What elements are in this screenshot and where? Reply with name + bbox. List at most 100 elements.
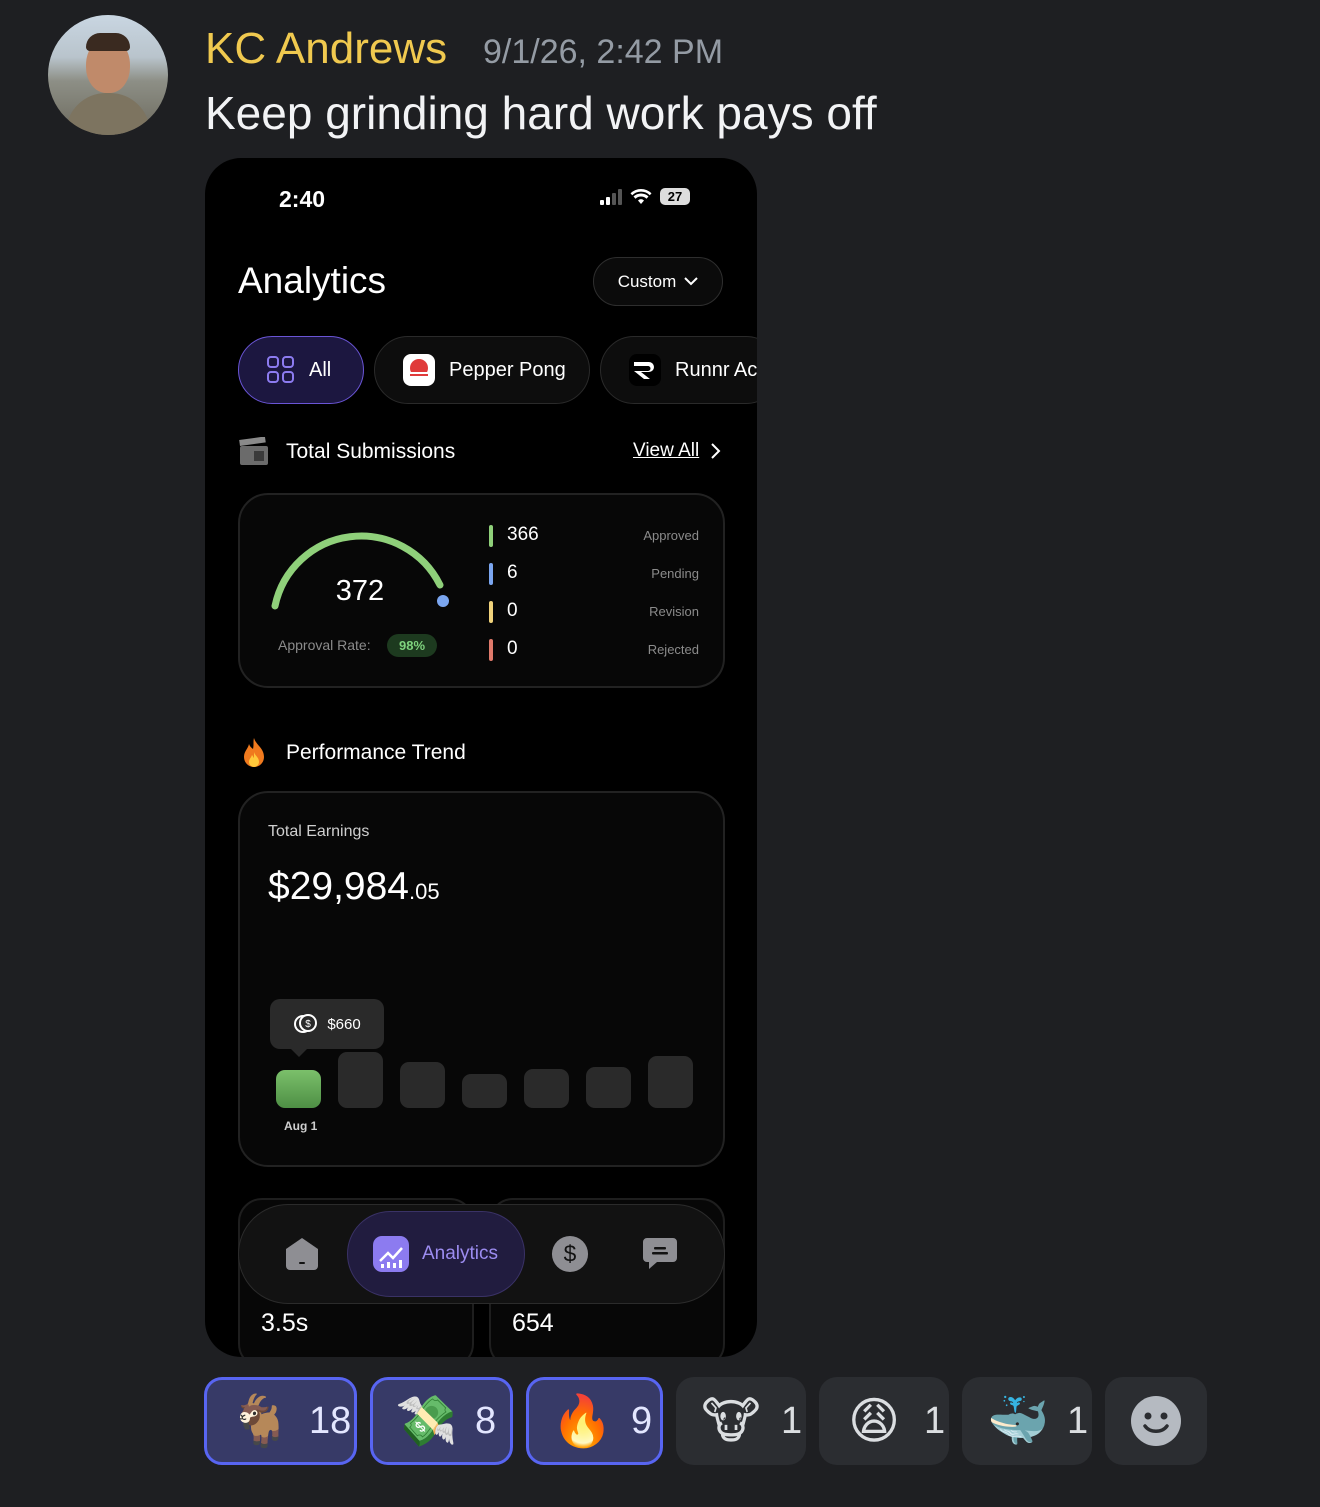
earnings-bar[interactable] bbox=[586, 1067, 631, 1108]
add-reaction-icon bbox=[1131, 1396, 1181, 1446]
approval-gauge bbox=[271, 532, 449, 610]
reaction-count: 9 bbox=[631, 1399, 653, 1442]
chip-label: Runnr Ac bbox=[675, 358, 757, 381]
grid-icon bbox=[267, 356, 294, 383]
chat-icon[interactable] bbox=[641, 1235, 679, 1273]
battery-icon: 27 bbox=[660, 188, 690, 205]
revision-indicator bbox=[489, 601, 493, 623]
home-icon[interactable] bbox=[283, 1235, 321, 1273]
attached-image[interactable]: 2:40 27 Analytics Custom All Pepper Pong… bbox=[205, 158, 757, 1357]
rejected-label: Rejected bbox=[647, 642, 699, 657]
approval-rate-label: Approval Rate: bbox=[278, 637, 371, 653]
svg-text:$: $ bbox=[306, 1019, 312, 1030]
message-text: Keep grinding hard work pays off bbox=[205, 87, 877, 139]
stat-value: 3.5s bbox=[261, 1309, 309, 1337]
svg-text:$: $ bbox=[564, 1241, 577, 1267]
coins-icon: $ bbox=[294, 1014, 318, 1033]
earnings-amount: $29,984.05 bbox=[268, 865, 440, 909]
chevron-down-icon bbox=[684, 277, 698, 286]
status-row-rejected: 0 Rejected bbox=[489, 638, 699, 664]
author-name[interactable]: KC Andrews bbox=[205, 24, 447, 74]
runnr-logo bbox=[629, 354, 661, 386]
performance-heading: Performance Trend bbox=[238, 736, 466, 770]
reaction-money[interactable]: 💸 8 bbox=[370, 1377, 513, 1465]
reaction-goat[interactable]: 🐐 18 bbox=[204, 1377, 357, 1465]
chip-label: All bbox=[309, 358, 332, 381]
pending-indicator bbox=[489, 563, 493, 585]
submissions-heading: Total Submissions bbox=[238, 437, 455, 467]
bar-date-label: Aug 1 bbox=[284, 1119, 318, 1133]
submissions-title: Total Submissions bbox=[286, 440, 456, 463]
status-icons: 27 bbox=[600, 188, 690, 205]
reaction-fire[interactable]: 🔥 9 bbox=[526, 1377, 663, 1465]
rejected-indicator bbox=[489, 639, 493, 661]
earnings-cents: .05 bbox=[408, 879, 440, 904]
stat-value: 654 bbox=[512, 1309, 554, 1337]
earnings-whole: $29,984 bbox=[268, 865, 409, 908]
earnings-tooltip: $ $660 bbox=[270, 999, 384, 1057]
page-title: Analytics bbox=[238, 260, 387, 301]
approved-indicator bbox=[489, 525, 493, 547]
reaction-count: 1 bbox=[781, 1399, 803, 1442]
add-reaction-button[interactable] bbox=[1105, 1377, 1207, 1465]
reaction-count: 1 bbox=[924, 1399, 946, 1442]
tooltip-value: $660 bbox=[327, 1015, 361, 1033]
avatar[interactable] bbox=[48, 15, 168, 135]
status-row-approved: 366 Approved bbox=[489, 524, 699, 550]
reaction-count: 8 bbox=[475, 1399, 497, 1442]
earnings-bar[interactable] bbox=[400, 1062, 445, 1108]
earnings-label: Total Earnings bbox=[268, 823, 370, 840]
tab-label: Analytics bbox=[422, 1243, 499, 1264]
chart-icon bbox=[373, 1236, 409, 1272]
pending-label: Pending bbox=[651, 566, 699, 581]
pepper-pong-logo bbox=[403, 354, 435, 386]
submissions-total: 372 bbox=[335, 575, 385, 607]
revision-count: 0 bbox=[507, 600, 518, 621]
status-row-revision: 0 Revision bbox=[489, 600, 699, 626]
tab-analytics[interactable]: Analytics bbox=[347, 1211, 525, 1297]
view-all-link[interactable]: View All bbox=[633, 440, 721, 462]
cow-emoji: 🐮 bbox=[701, 1393, 761, 1449]
weary-face-emoji: 😩 bbox=[847, 1393, 901, 1449]
earnings-bar[interactable] bbox=[648, 1056, 693, 1108]
reaction-weary[interactable]: 😩 1 bbox=[819, 1377, 949, 1465]
signal-icon bbox=[600, 188, 622, 205]
submissions-card: 372 Approval Rate: 98% 366 Approved 6 Pe… bbox=[238, 493, 725, 688]
approved-count: 366 bbox=[507, 524, 539, 545]
reaction-count: 18 bbox=[309, 1399, 352, 1442]
date-range-button[interactable]: Custom bbox=[593, 257, 723, 306]
wifi-icon bbox=[630, 188, 652, 204]
status-time: 2:40 bbox=[279, 186, 326, 212]
pending-count: 6 bbox=[507, 562, 518, 583]
earnings-bar[interactable] bbox=[338, 1052, 383, 1108]
fire-emoji: 🔥 bbox=[551, 1393, 614, 1449]
rejected-count: 0 bbox=[507, 638, 518, 659]
reaction-count: 1 bbox=[1067, 1399, 1089, 1442]
chip-all[interactable]: All bbox=[238, 336, 364, 404]
approval-rate-badge: 98% bbox=[387, 634, 437, 657]
goat-emoji: 🐐 bbox=[229, 1393, 292, 1449]
earnings-bar[interactable] bbox=[524, 1069, 569, 1108]
earnings-card: Total Earnings $29,984.05 $ $660 Aug 1 bbox=[238, 791, 725, 1167]
revision-label: Revision bbox=[649, 604, 699, 619]
reaction-whale[interactable]: 🐳 1 bbox=[962, 1377, 1092, 1465]
performance-title: Performance Trend bbox=[286, 741, 466, 764]
chip-pepper-pong[interactable]: Pepper Pong bbox=[374, 336, 590, 404]
date-range-label: Custom bbox=[617, 271, 677, 291]
reaction-cow[interactable]: 🐮 1 bbox=[676, 1377, 806, 1465]
whale-emoji: 🐳 bbox=[987, 1393, 1050, 1449]
message-timestamp: 9/1/26, 2:42 PM bbox=[483, 33, 724, 71]
view-all-label: View All bbox=[633, 440, 700, 461]
dollar-icon[interactable]: $ bbox=[551, 1235, 589, 1273]
fire-icon bbox=[244, 738, 264, 767]
approved-label: Approved bbox=[643, 528, 699, 543]
chip-runnr[interactable]: Runnr Ac bbox=[600, 336, 757, 404]
earnings-bar[interactable] bbox=[276, 1070, 321, 1108]
earnings-bar[interactable] bbox=[462, 1074, 507, 1108]
tab-bar: Analytics $ bbox=[238, 1204, 725, 1304]
money-printer-emoji: 💸 bbox=[395, 1393, 458, 1449]
clapperboard-icon bbox=[239, 437, 268, 465]
chip-label: Pepper Pong bbox=[449, 358, 566, 381]
chevron-right-icon bbox=[711, 443, 721, 459]
status-row-pending: 6 Pending bbox=[489, 562, 699, 588]
